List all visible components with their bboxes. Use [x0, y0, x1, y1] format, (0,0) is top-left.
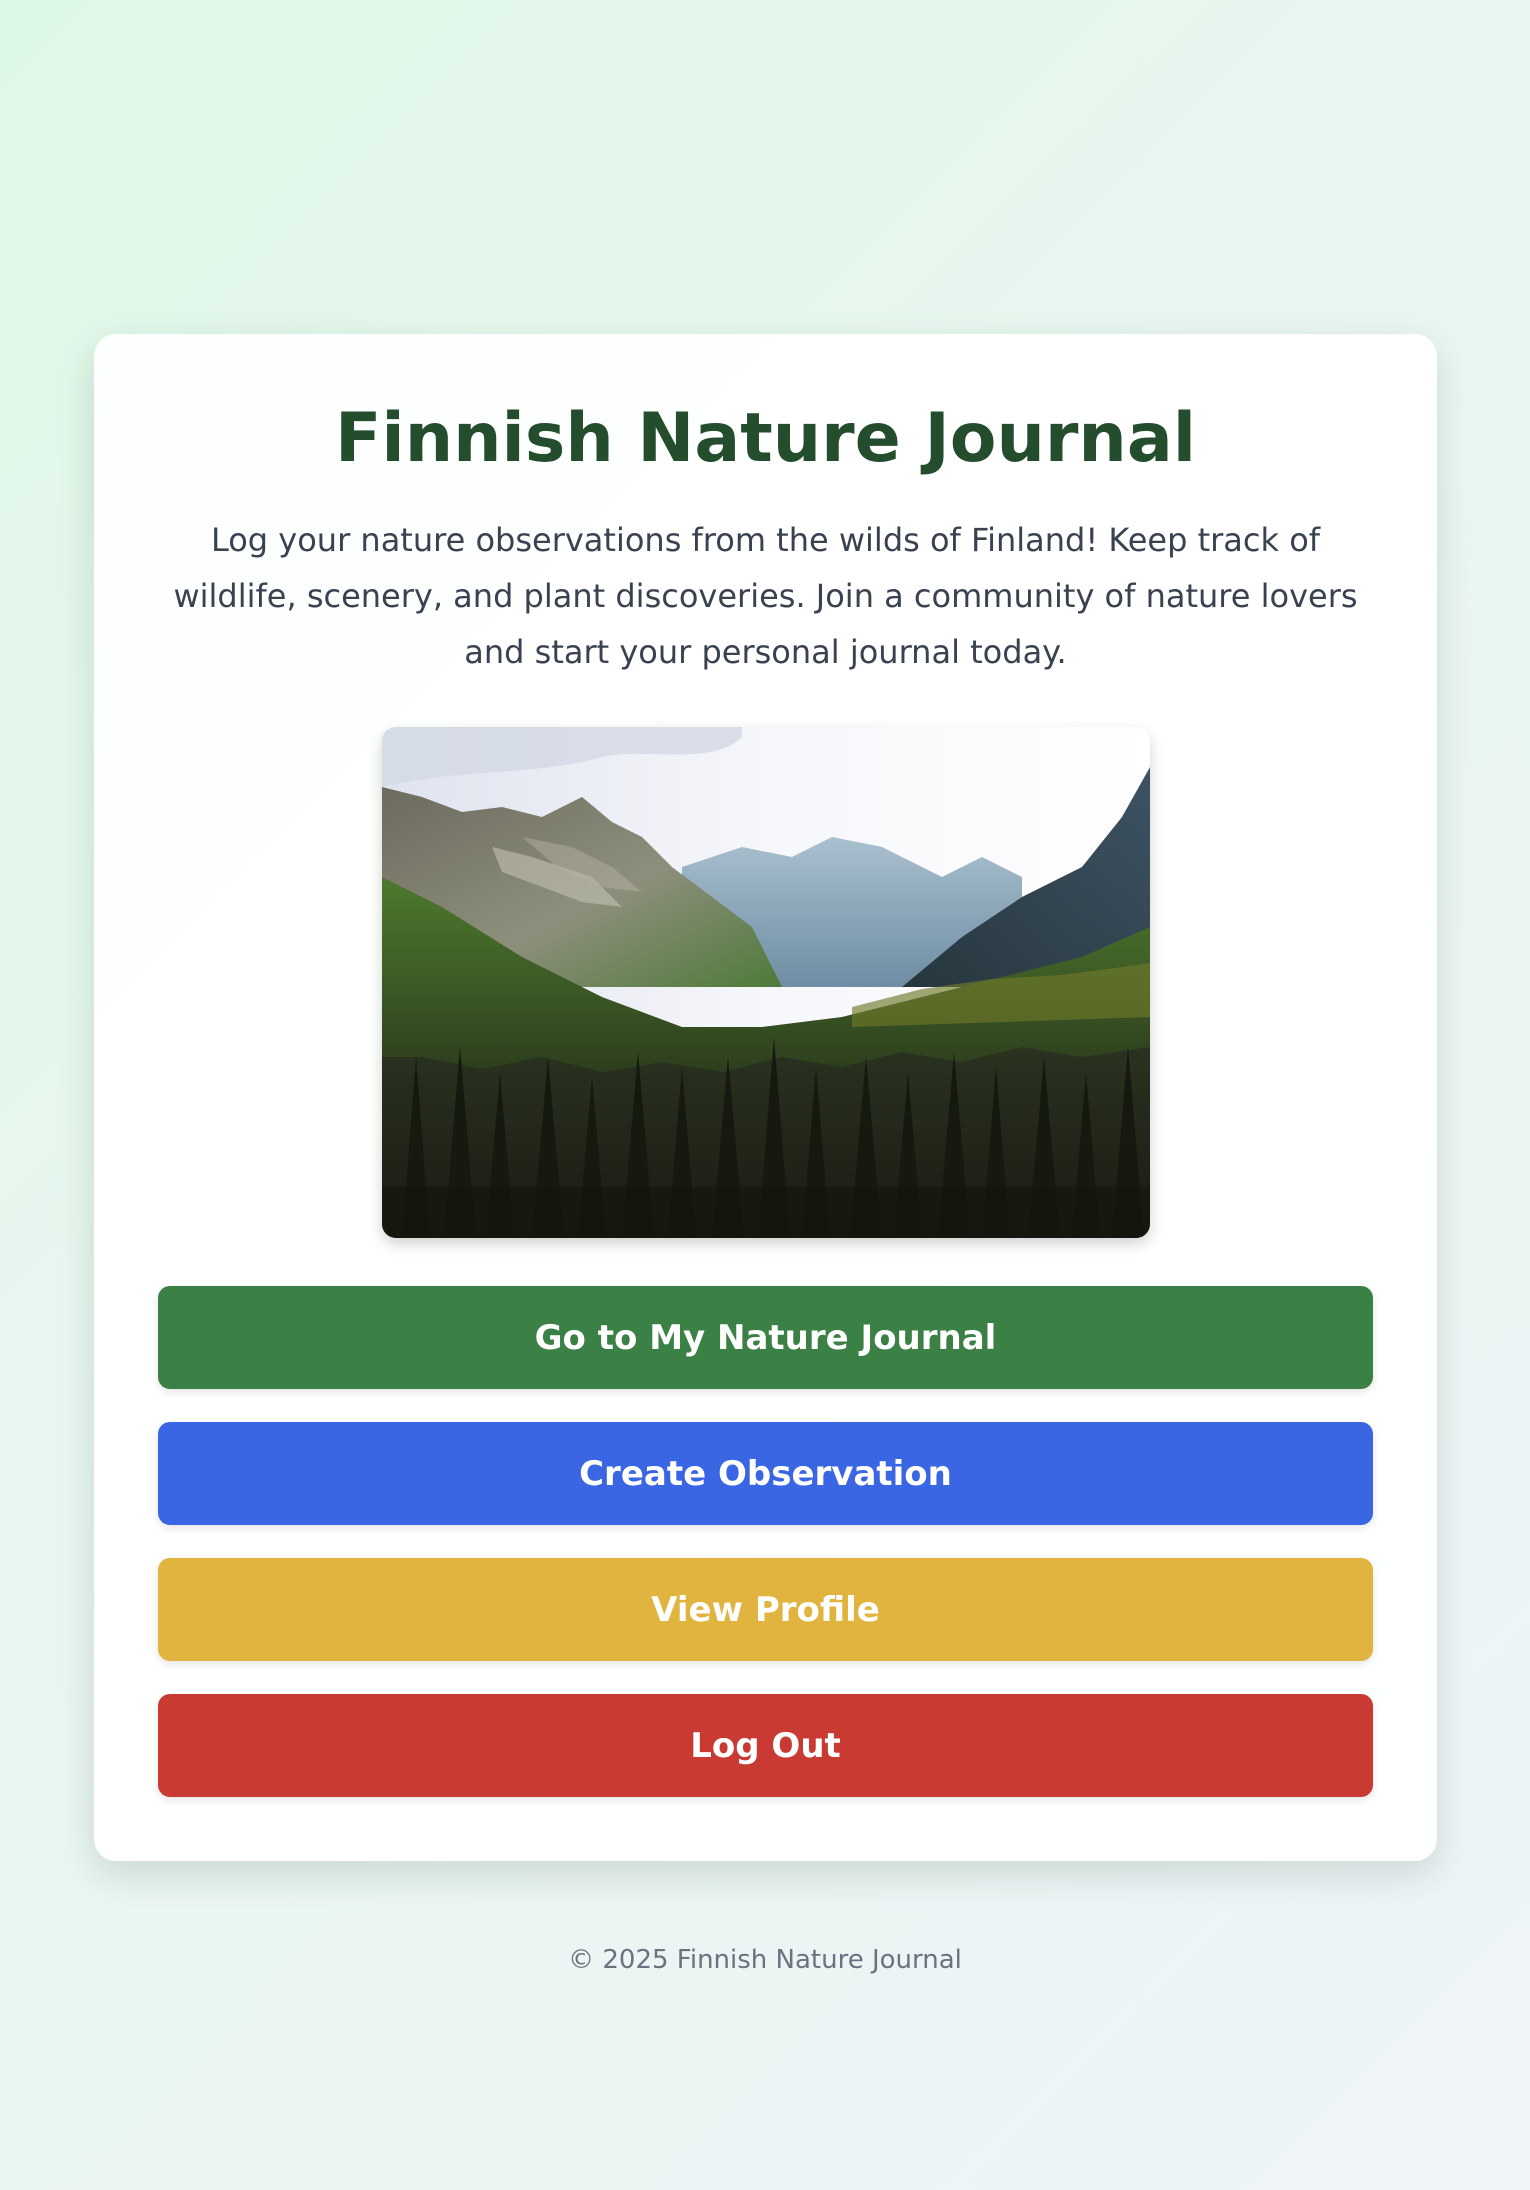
main-card: Finnish Nature Journal Log your nature o… [94, 334, 1437, 1861]
footer-copyright: © 2025 Finnish Nature Journal [568, 1945, 962, 1975]
intro-text: Log your nature observations from the wi… [173, 521, 1358, 671]
log-out-button[interactable]: Log Out [158, 1694, 1373, 1797]
create-observation-button[interactable]: Create Observation [158, 1422, 1373, 1525]
go-to-journal-button[interactable]: Go to My Nature Journal [158, 1286, 1373, 1389]
view-profile-button[interactable]: View Profile [158, 1558, 1373, 1661]
page-title: Finnish Nature Journal [334, 399, 1197, 478]
mountain-valley-image [382, 727, 1150, 1238]
